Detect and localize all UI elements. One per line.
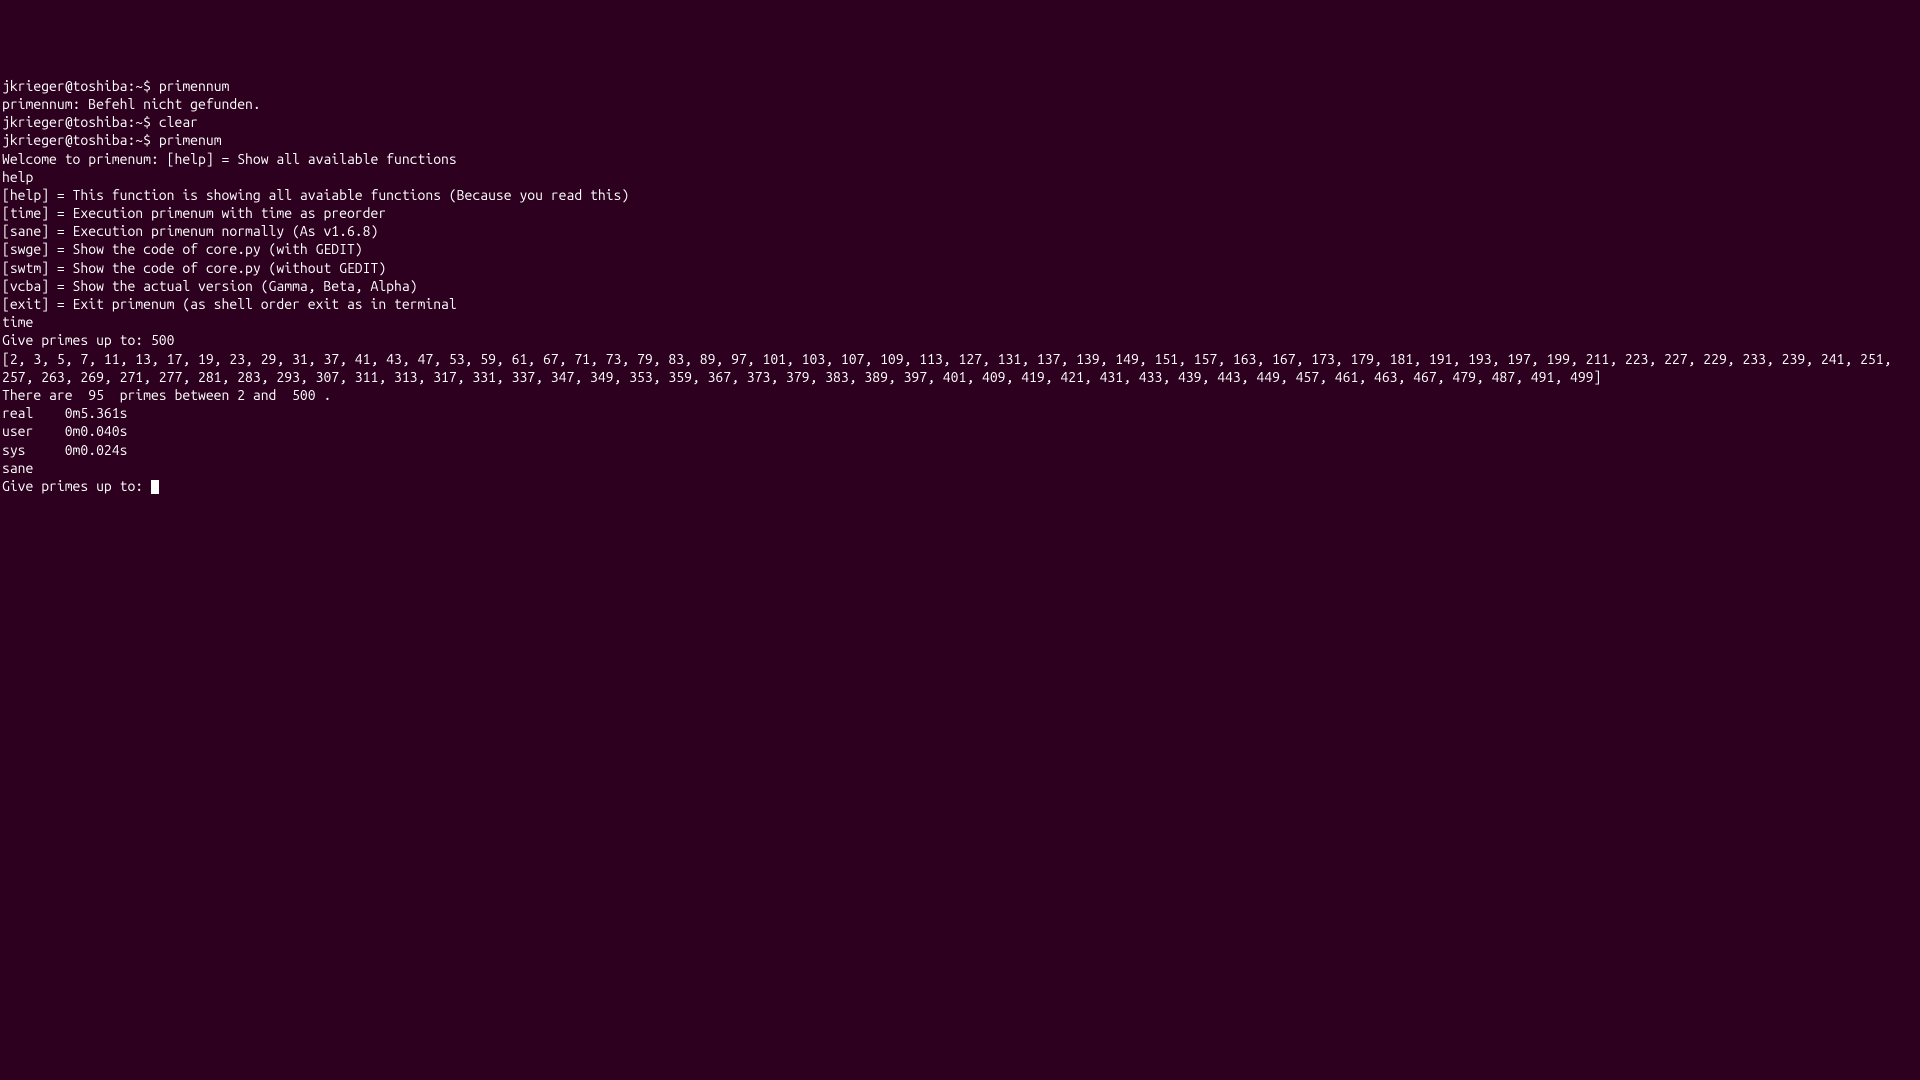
command-text: clear — [159, 114, 198, 130]
prompt-line-2: jkrieger@toshiba:~$ clear — [2, 113, 1918, 131]
prompt-line-3: jkrieger@toshiba:~$ primenum — [2, 131, 1918, 149]
help-vcba: [vcba] = Show the actual version (Gamma,… — [2, 277, 1918, 295]
give-primes-prompt[interactable]: Give primes up to: — [2, 477, 1918, 495]
timing-real: real 0m5.361s — [2, 404, 1918, 422]
command-text: primenum — [159, 132, 222, 148]
cursor-icon — [151, 480, 159, 494]
primes-output: [2, 3, 5, 7, 11, 13, 17, 19, 23, 29, 31,… — [2, 350, 1918, 386]
help-time: [time] = Execution primenum with time as… — [2, 204, 1918, 222]
welcome-line: Welcome to primenum: [help] = Show all a… — [2, 150, 1918, 168]
give-primes-line: Give primes up to: 500 — [2, 331, 1918, 349]
timing-sys: sys 0m0.024s — [2, 441, 1918, 459]
shell-prompt: jkrieger@toshiba:~$ — [2, 78, 159, 94]
help-swtm: [swtm] = Show the code of core.py (witho… — [2, 259, 1918, 277]
command-text: primennum — [159, 78, 230, 94]
help-swge: [swge] = Show the code of core.py (with … — [2, 240, 1918, 258]
shell-prompt: jkrieger@toshiba:~$ — [2, 132, 159, 148]
shell-prompt: jkrieger@toshiba:~$ — [2, 114, 159, 130]
time-input: time — [2, 313, 1918, 331]
terminal-output[interactable]: jkrieger@toshiba:~$ primennumprimennum: … — [2, 77, 1918, 495]
prompt-line-1: jkrieger@toshiba:~$ primennum — [2, 77, 1918, 95]
help-exit: [exit] = Exit primenum (as shell order e… — [2, 295, 1918, 313]
help-help: [help] = This function is showing all av… — [2, 186, 1918, 204]
help-input: help — [2, 168, 1918, 186]
count-line: There are 95 primes between 2 and 500 . — [2, 386, 1918, 404]
prompt-text: Give primes up to: — [2, 478, 151, 494]
sane-input: sane — [2, 459, 1918, 477]
help-sane: [sane] = Execution primenum normally (As… — [2, 222, 1918, 240]
timing-user: user 0m0.040s — [2, 422, 1918, 440]
error-line: primennum: Befehl nicht gefunden. — [2, 95, 1918, 113]
